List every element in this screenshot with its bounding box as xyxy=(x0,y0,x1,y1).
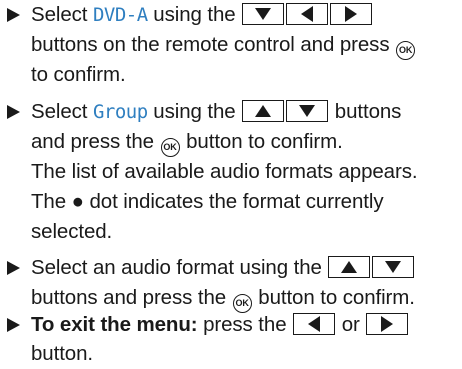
text: to confirm. xyxy=(31,63,126,86)
keyword-dvd-a: DVD-A xyxy=(92,4,148,26)
keyword-group: Group xyxy=(92,101,148,123)
text: The list of available audio formats appe… xyxy=(31,160,418,183)
text: selected. xyxy=(31,220,113,243)
text: Select xyxy=(31,3,93,26)
step3-line1: Select an audio format using the xyxy=(31,253,415,283)
text: or xyxy=(336,313,366,336)
down-button-icon xyxy=(286,100,329,122)
text: Select an audio format using the xyxy=(31,256,328,279)
text: buttons on the remote control and press xyxy=(31,33,396,56)
step3-line2: buttons and press the OK button to confi… xyxy=(31,283,415,313)
left-button-icon xyxy=(293,313,336,335)
text: Select xyxy=(31,100,93,123)
ok-button-icon: OK xyxy=(160,138,180,157)
instruction-document: Select DVD-A using the buttons on the re… xyxy=(0,0,462,368)
step2-line4: The ● dot indicates the format currently xyxy=(31,187,384,217)
text: buttons and press the xyxy=(31,286,232,309)
step2-line5: selected. xyxy=(31,217,112,247)
down-button-icon xyxy=(372,256,415,278)
text: The ● dot indicates the format currently xyxy=(31,190,384,213)
left-button-icon xyxy=(286,3,329,25)
text: buttons xyxy=(329,100,402,123)
down-button-icon xyxy=(242,3,285,25)
text: and press the xyxy=(31,130,160,153)
step4-line2: button. xyxy=(31,339,93,369)
text: button to confirm. xyxy=(180,130,343,153)
step4-line1: To exit the menu: press the or xyxy=(31,310,409,340)
text: button to confirm. xyxy=(252,286,415,309)
step1-line2: buttons on the remote control and press … xyxy=(31,30,416,60)
bullet-arrow-icon xyxy=(7,318,20,332)
step2-line1: Select Group using the buttons xyxy=(31,97,401,127)
bullet-arrow-icon xyxy=(7,8,20,22)
bullet-arrow-icon xyxy=(7,105,20,119)
right-button-icon xyxy=(366,313,409,335)
step2-line3: The list of available audio formats appe… xyxy=(31,157,418,187)
text: press the xyxy=(197,313,293,336)
right-button-icon xyxy=(330,3,373,25)
text: button. xyxy=(31,342,93,365)
bullet-arrow-icon xyxy=(7,261,20,275)
step1-line3: to confirm. xyxy=(31,60,126,90)
text: using the xyxy=(147,100,242,123)
step1-line1: Select DVD-A using the xyxy=(31,0,373,30)
step2-line2: and press the OK button to confirm. xyxy=(31,127,343,157)
text: using the xyxy=(147,3,242,26)
ok-button-icon: OK xyxy=(396,41,416,60)
exit-menu-heading: To exit the menu: xyxy=(31,313,198,336)
up-button-icon xyxy=(328,256,371,278)
up-button-icon xyxy=(242,100,285,122)
